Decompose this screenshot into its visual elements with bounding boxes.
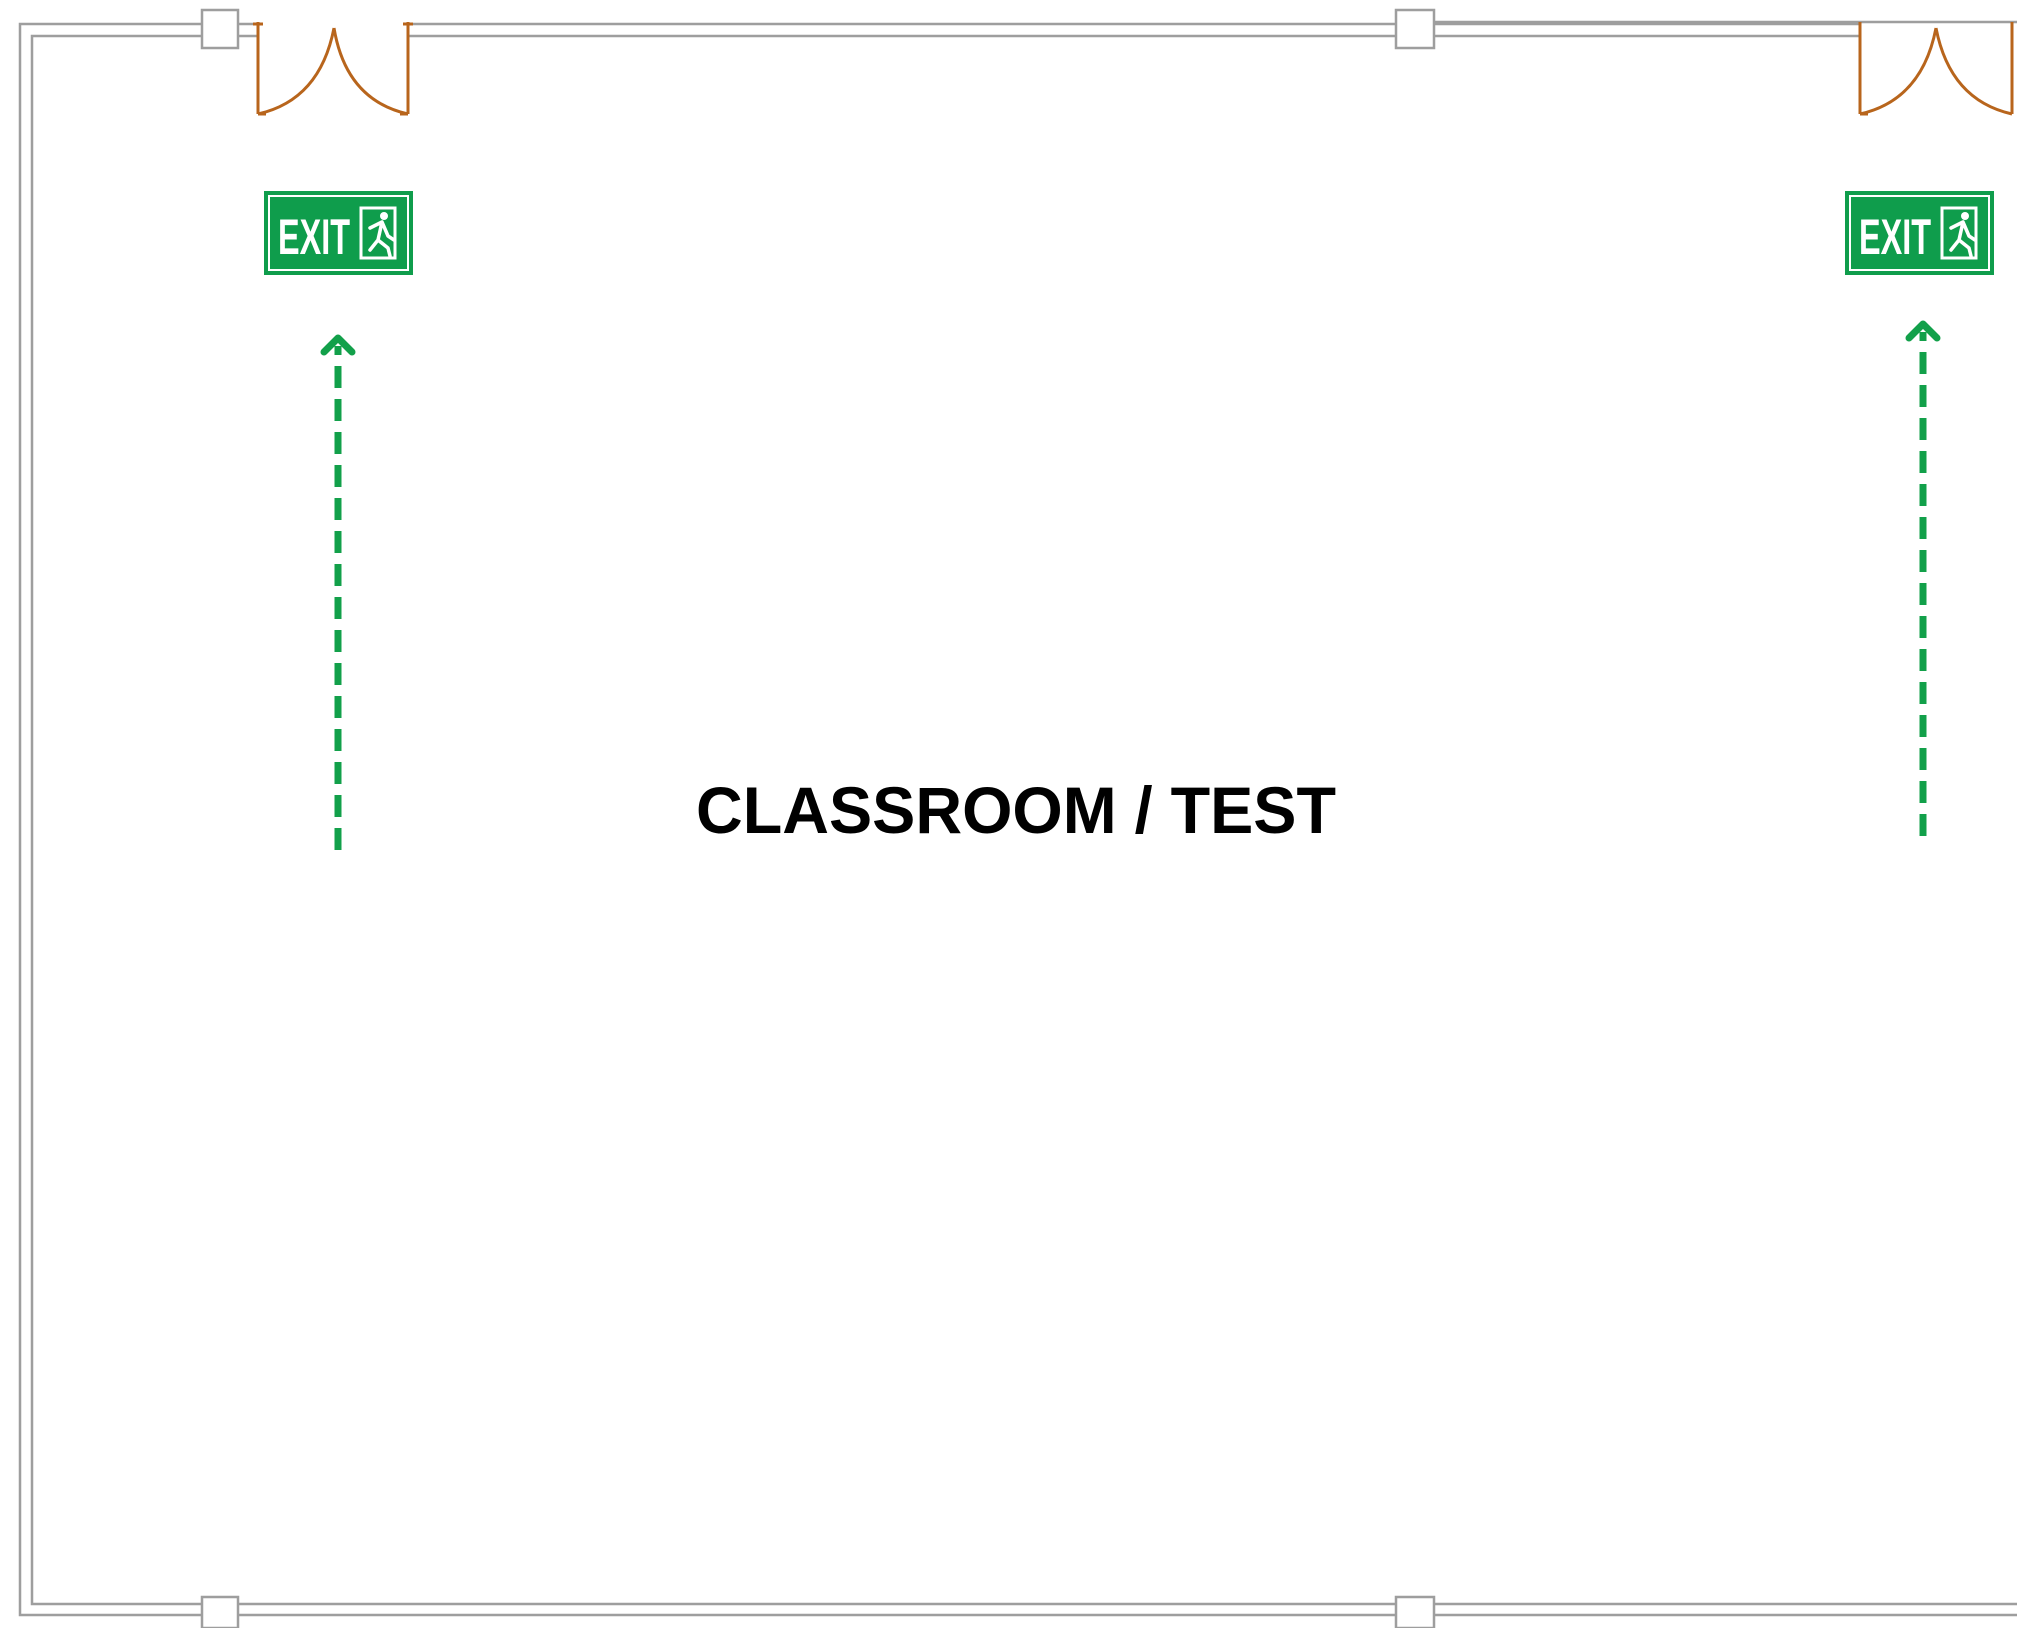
room-label: CLASSROOM / TEST [696,773,1336,847]
exit-sign-left: EXIT [264,191,413,275]
column-bottom-left [200,1595,240,1628]
column-top-left [200,8,240,50]
column-top-middle [1394,8,1436,50]
exit-sign-right-text: EXIT [1859,209,1931,265]
door-left [253,22,413,116]
exit-route-arrow-left [320,334,356,850]
exit-sign-left-text: EXIT [278,209,350,265]
door-right [1858,22,2014,116]
exit-route-arrow-right [1905,320,1941,836]
exit-sign-right: EXIT [1845,191,1994,275]
column-bottom-middle [1394,1595,1436,1628]
floor-plan: EXIT EXIT CLASSROOM / TEST [18,8,2017,1628]
